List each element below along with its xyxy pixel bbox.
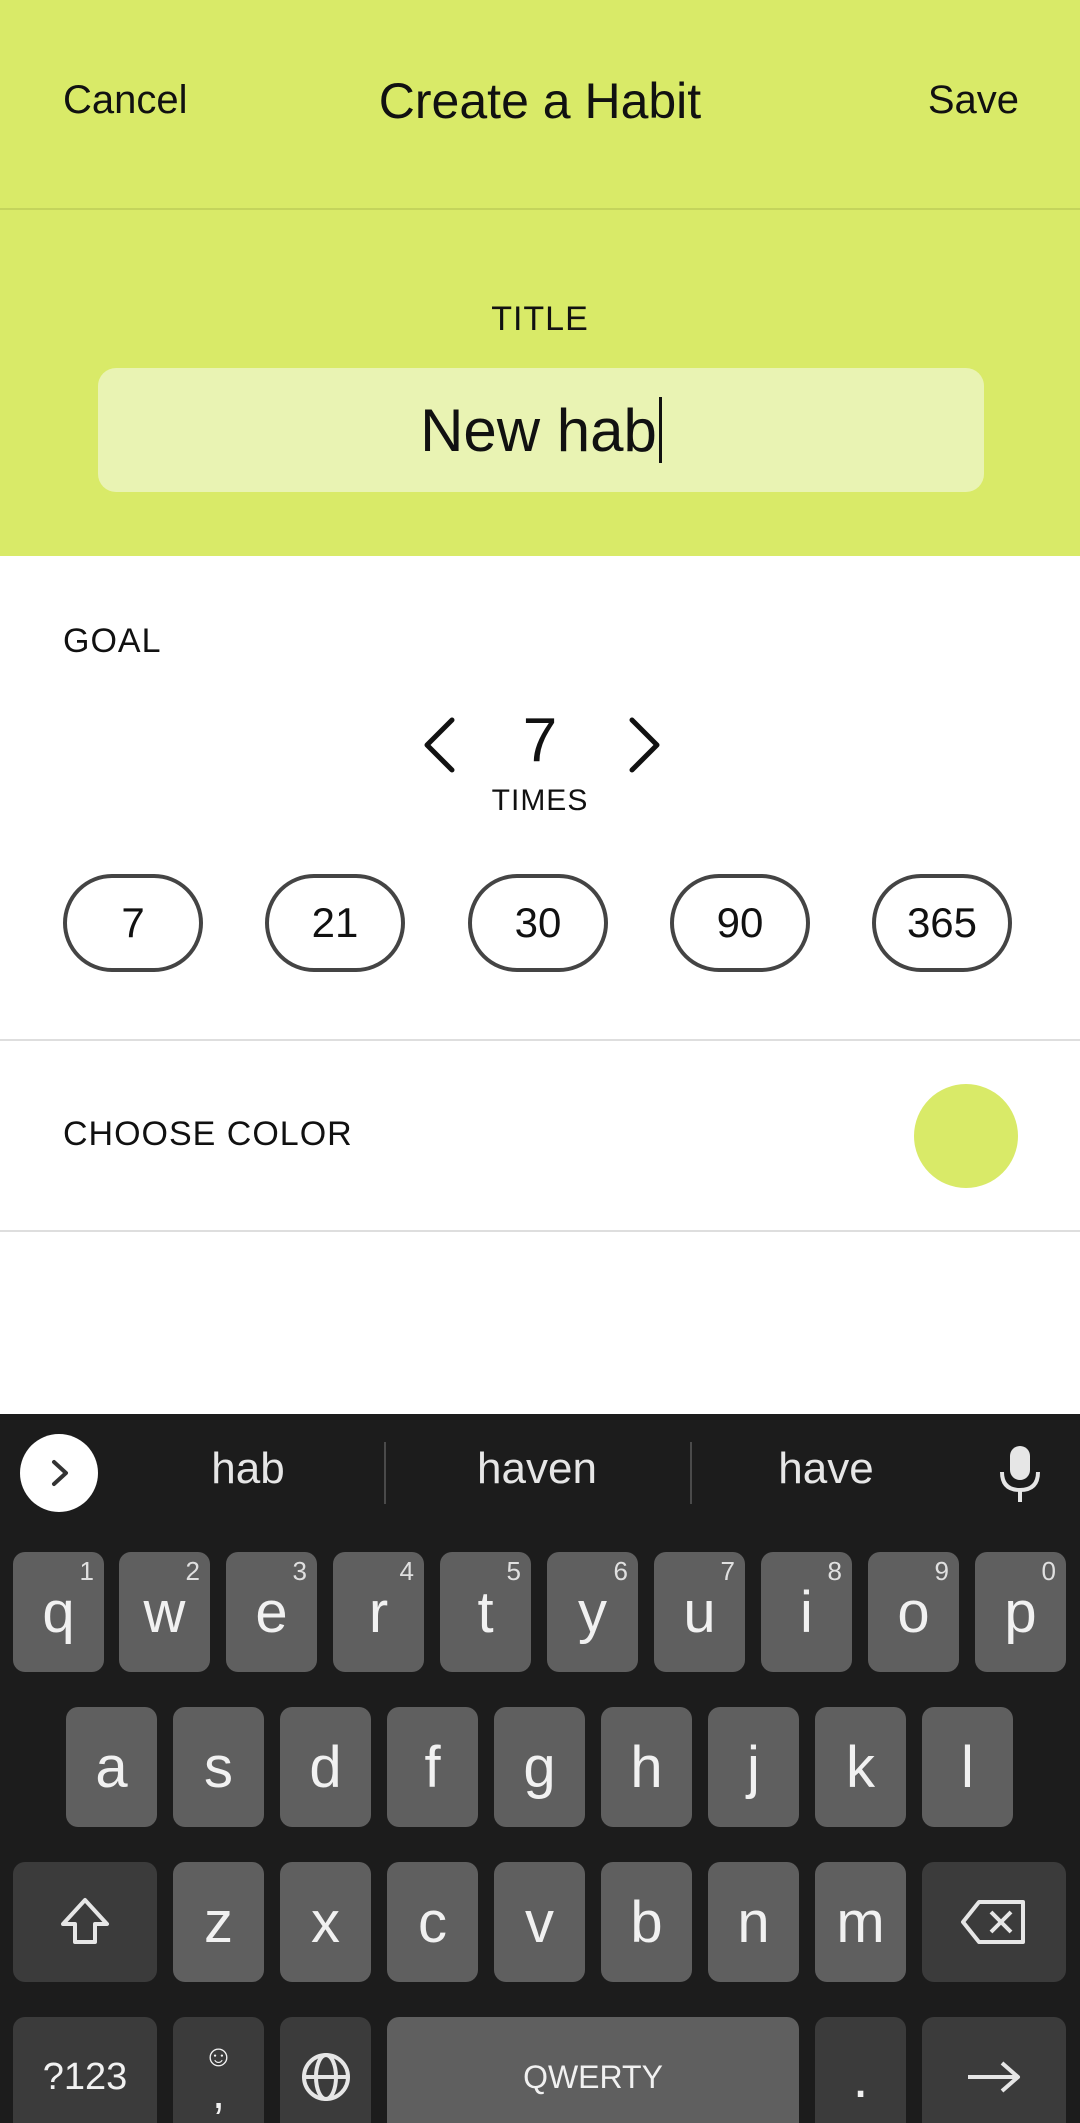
key-label: , <box>212 2066 225 2118</box>
key-label: w <box>143 1579 186 1645</box>
goal-preset-button[interactable]: 365 <box>872 874 1012 972</box>
divider <box>0 1230 1080 1232</box>
key-label: r <box>368 1579 389 1645</box>
goal-preset-button[interactable]: 21 <box>265 874 405 972</box>
key-label: u <box>683 1579 716 1645</box>
key-hint: 0 <box>1041 1556 1056 1586</box>
key-hint: 1 <box>79 1556 94 1586</box>
key-x[interactable]: x <box>280 1862 371 1982</box>
goal-preset-button[interactable]: 30 <box>468 874 608 972</box>
key-o[interactable]: o9 <box>868 1552 959 1672</box>
goal-stepper: 7 <box>0 705 1080 785</box>
key-label: q <box>42 1579 75 1645</box>
title-label: TITLE <box>491 300 589 338</box>
title-input[interactable]: New hab <box>98 368 984 492</box>
key-hint: 7 <box>720 1556 735 1586</box>
keyboard-toolbar-toggle[interactable] <box>20 1434 98 1512</box>
key-f[interactable]: f <box>387 1707 478 1827</box>
space-key[interactable]: QWERTY <box>387 2017 799 2123</box>
goal-label: GOAL <box>63 622 162 660</box>
goal-preset-button[interactable]: 90 <box>670 874 810 972</box>
suggestion-divider <box>384 1442 386 1504</box>
app-header: Cancel Create a Habit Save <box>0 0 1080 210</box>
backspace-key[interactable] <box>922 1862 1066 1982</box>
key-label: i <box>800 1579 813 1645</box>
key-h[interactable]: h <box>601 1707 692 1827</box>
key-l[interactable]: l <box>922 1707 1013 1827</box>
shift-icon <box>61 1898 109 1944</box>
key-e[interactable]: e3 <box>226 1552 317 1672</box>
goal-unit: TIMES <box>491 784 589 817</box>
page-title: Create a Habit <box>378 73 702 129</box>
microphone-icon[interactable] <box>990 1442 1050 1506</box>
key-r[interactable]: r4 <box>333 1552 424 1672</box>
key-b[interactable]: b <box>601 1862 692 1982</box>
globe-icon <box>301 2053 350 2101</box>
key-i[interactable]: i8 <box>761 1552 852 1672</box>
key-j[interactable]: j <box>708 1707 799 1827</box>
key-q[interactable]: q1 <box>13 1552 104 1672</box>
choose-color-label: CHOOSE COLOR <box>63 1115 353 1153</box>
key-label: t <box>477 1579 494 1645</box>
period-key[interactable]: . <box>815 2017 906 2123</box>
key-label: o <box>897 1579 930 1645</box>
key-v[interactable]: v <box>494 1862 585 1982</box>
key-w[interactable]: w2 <box>119 1552 210 1672</box>
key-label: e <box>255 1579 288 1645</box>
enter-key[interactable] <box>922 2017 1066 2123</box>
key-s[interactable]: s <box>173 1707 264 1827</box>
key-k[interactable]: k <box>815 1707 906 1827</box>
key-hint: 6 <box>613 1556 628 1586</box>
language-key[interactable] <box>280 2017 371 2123</box>
key-t[interactable]: t5 <box>440 1552 531 1672</box>
key-label: y <box>578 1579 607 1645</box>
goal-value: 7 <box>522 706 558 775</box>
suggestion[interactable]: haven <box>392 1444 682 1494</box>
shift-key[interactable] <box>13 1862 157 1982</box>
key-hint: 2 <box>185 1556 200 1586</box>
key-m[interactable]: m <box>815 1862 906 1982</box>
soft-keyboard: hab haven have q1 w2 e3 r4 t5 y6 u7 i8 o… <box>0 1414 1080 2123</box>
backspace-icon <box>961 1900 1025 1944</box>
key-label: p <box>1004 1579 1037 1645</box>
suggestion[interactable]: hab <box>103 1444 393 1494</box>
key-a[interactable]: a <box>66 1707 157 1827</box>
key-hint: 9 <box>934 1556 949 1586</box>
key-y[interactable]: y6 <box>547 1552 638 1672</box>
color-swatch[interactable] <box>914 1084 1018 1188</box>
chevron-right-icon[interactable] <box>612 715 672 775</box>
key-z[interactable]: z <box>173 1862 264 1982</box>
key-u[interactable]: u7 <box>654 1552 745 1672</box>
goal-preset-button[interactable]: 7 <box>63 874 203 972</box>
symbols-key[interactable]: ?123 <box>13 2017 157 2123</box>
key-c[interactable]: c <box>387 1862 478 1982</box>
key-hint: 5 <box>506 1556 521 1586</box>
arrow-right-icon <box>968 2061 1020 2093</box>
key-hint: 8 <box>827 1556 842 1586</box>
key-n[interactable]: n <box>708 1862 799 1982</box>
key-p[interactable]: p0 <box>975 1552 1066 1672</box>
key-d[interactable]: d <box>280 1707 371 1827</box>
chevron-right-icon <box>52 1460 68 1486</box>
text-caret <box>658 397 662 463</box>
key-g[interactable]: g <box>494 1707 585 1827</box>
title-section: TITLE New hab <box>0 210 1080 556</box>
comma-key[interactable]: ☺ , <box>173 2017 264 2123</box>
title-input-value: New hab <box>420 396 657 464</box>
suggestion[interactable]: have <box>681 1444 971 1494</box>
key-hint: 4 <box>399 1556 414 1586</box>
save-button[interactable]: Save <box>928 78 1019 123</box>
key-hint: 3 <box>292 1556 307 1586</box>
divider <box>0 1039 1080 1041</box>
